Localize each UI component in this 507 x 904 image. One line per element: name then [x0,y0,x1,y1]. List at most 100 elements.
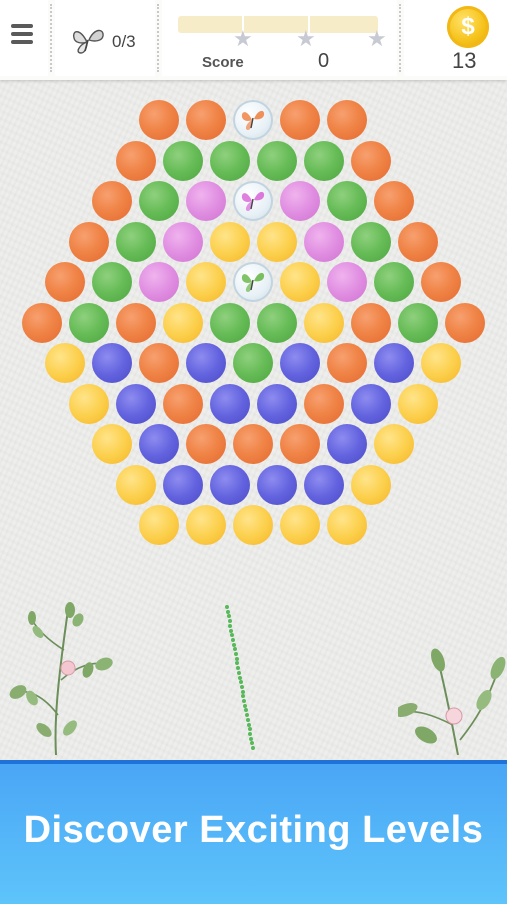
aim-guide-dot [231,642,236,647]
orange-bubble [92,181,132,221]
pink-bubble [327,262,367,302]
aim-guide-dot [248,731,253,736]
yellow-bubble [327,505,367,545]
orange-bubble [21,302,62,343]
aim-guide-dot [225,609,230,614]
aim-guide-dot [245,717,250,722]
aim-guide-dot [241,694,246,699]
aim-guide-dot [227,619,232,624]
green-bubble [68,302,109,343]
butterfly-icon [241,272,265,292]
blue-bubble [209,464,250,505]
aim-guide-dot [228,623,233,628]
yellow-bubble [186,262,226,302]
pink-bubble [186,181,226,221]
orange-bubble [397,221,438,262]
green-bubble [374,262,414,302]
green-bubble [397,302,438,343]
green-bubble [209,140,250,181]
yellow-bubble [374,424,414,464]
green-bubble [303,140,344,181]
aim-guide-dot [238,680,243,685]
aim-guide-dot [244,708,249,713]
aim-guide-dot [246,722,251,727]
orange-bubble [139,343,179,383]
yellow-bubble [139,505,179,545]
butterfly-bubble [233,262,273,302]
aim-guide-dot [229,628,234,633]
blue-bubble [256,383,297,424]
aim-guide-dot [230,633,235,638]
orange-bubble [68,221,109,262]
pink-bubble [280,181,320,221]
blue-bubble [162,464,203,505]
butterfly-bubble [233,181,273,221]
pink-bubble [303,221,344,262]
green-bubble [139,181,179,221]
orange-bubble [115,302,156,343]
yellow-bubble [68,383,109,424]
green-bubble [92,262,132,302]
butterfly-bubble [233,100,273,140]
green-bubble [115,221,156,262]
blue-bubble [209,383,250,424]
blue-bubble [374,343,414,383]
orange-bubble [162,383,203,424]
aim-guide-dot [226,614,231,619]
blue-bubble [327,424,367,464]
yellow-bubble [303,302,344,343]
aim-guide-dot [240,689,245,694]
orange-bubble [139,100,179,140]
green-bubble [350,221,391,262]
orange-bubble [186,424,226,464]
banner-headline: Discover Exciting Levels [23,809,484,851]
aim-guide-dot [231,637,236,642]
orange-bubble [421,262,461,302]
yellow-bubble [162,302,203,343]
aim-guide-dot [243,703,248,708]
promo-banner: Discover Exciting Levels [0,760,507,904]
aim-guide-dot [235,661,240,666]
blue-bubble [186,343,226,383]
plant-decoration-right [398,648,506,755]
aim-guide-dot [251,746,255,750]
yellow-bubble [186,505,226,545]
orange-bubble [280,424,320,464]
pink-bubble [162,221,203,262]
plant-decoration-left [9,602,113,755]
orange-bubble [280,100,320,140]
blue-bubble [139,424,179,464]
yellow-bubble [256,221,297,262]
orange-bubble [350,140,391,181]
orange-bubble [444,302,485,343]
aim-guide-dot [242,699,247,703]
orange-bubble [115,140,156,181]
aim-guide-dot [232,647,237,652]
orange-bubble [303,383,344,424]
aim-guide-dot [238,675,242,680]
yellow-bubble [350,464,391,505]
blue-bubble [303,464,344,505]
pink-bubble [139,262,179,302]
aim-guide-dot [247,727,252,732]
aim-guide-dot [249,736,254,741]
aim-guide-dot [233,652,238,656]
green-bubble [209,302,250,343]
yellow-bubble [45,343,85,383]
green-bubble [327,181,367,221]
green-bubble [233,343,273,383]
yellow-bubble [233,505,273,545]
orange-bubble [374,181,414,221]
yellow-bubble [421,343,461,383]
aim-guide-dot [236,666,241,671]
blue-bubble [350,383,391,424]
blue-bubble [280,343,320,383]
green-bubble [256,302,297,343]
aim-guide-dot [244,713,249,718]
blue-bubble [115,383,156,424]
green-bubble [162,140,203,181]
aim-guide-dot [239,684,244,689]
yellow-bubble [209,221,250,262]
yellow-bubble [280,262,320,302]
butterfly-icon [241,110,265,130]
